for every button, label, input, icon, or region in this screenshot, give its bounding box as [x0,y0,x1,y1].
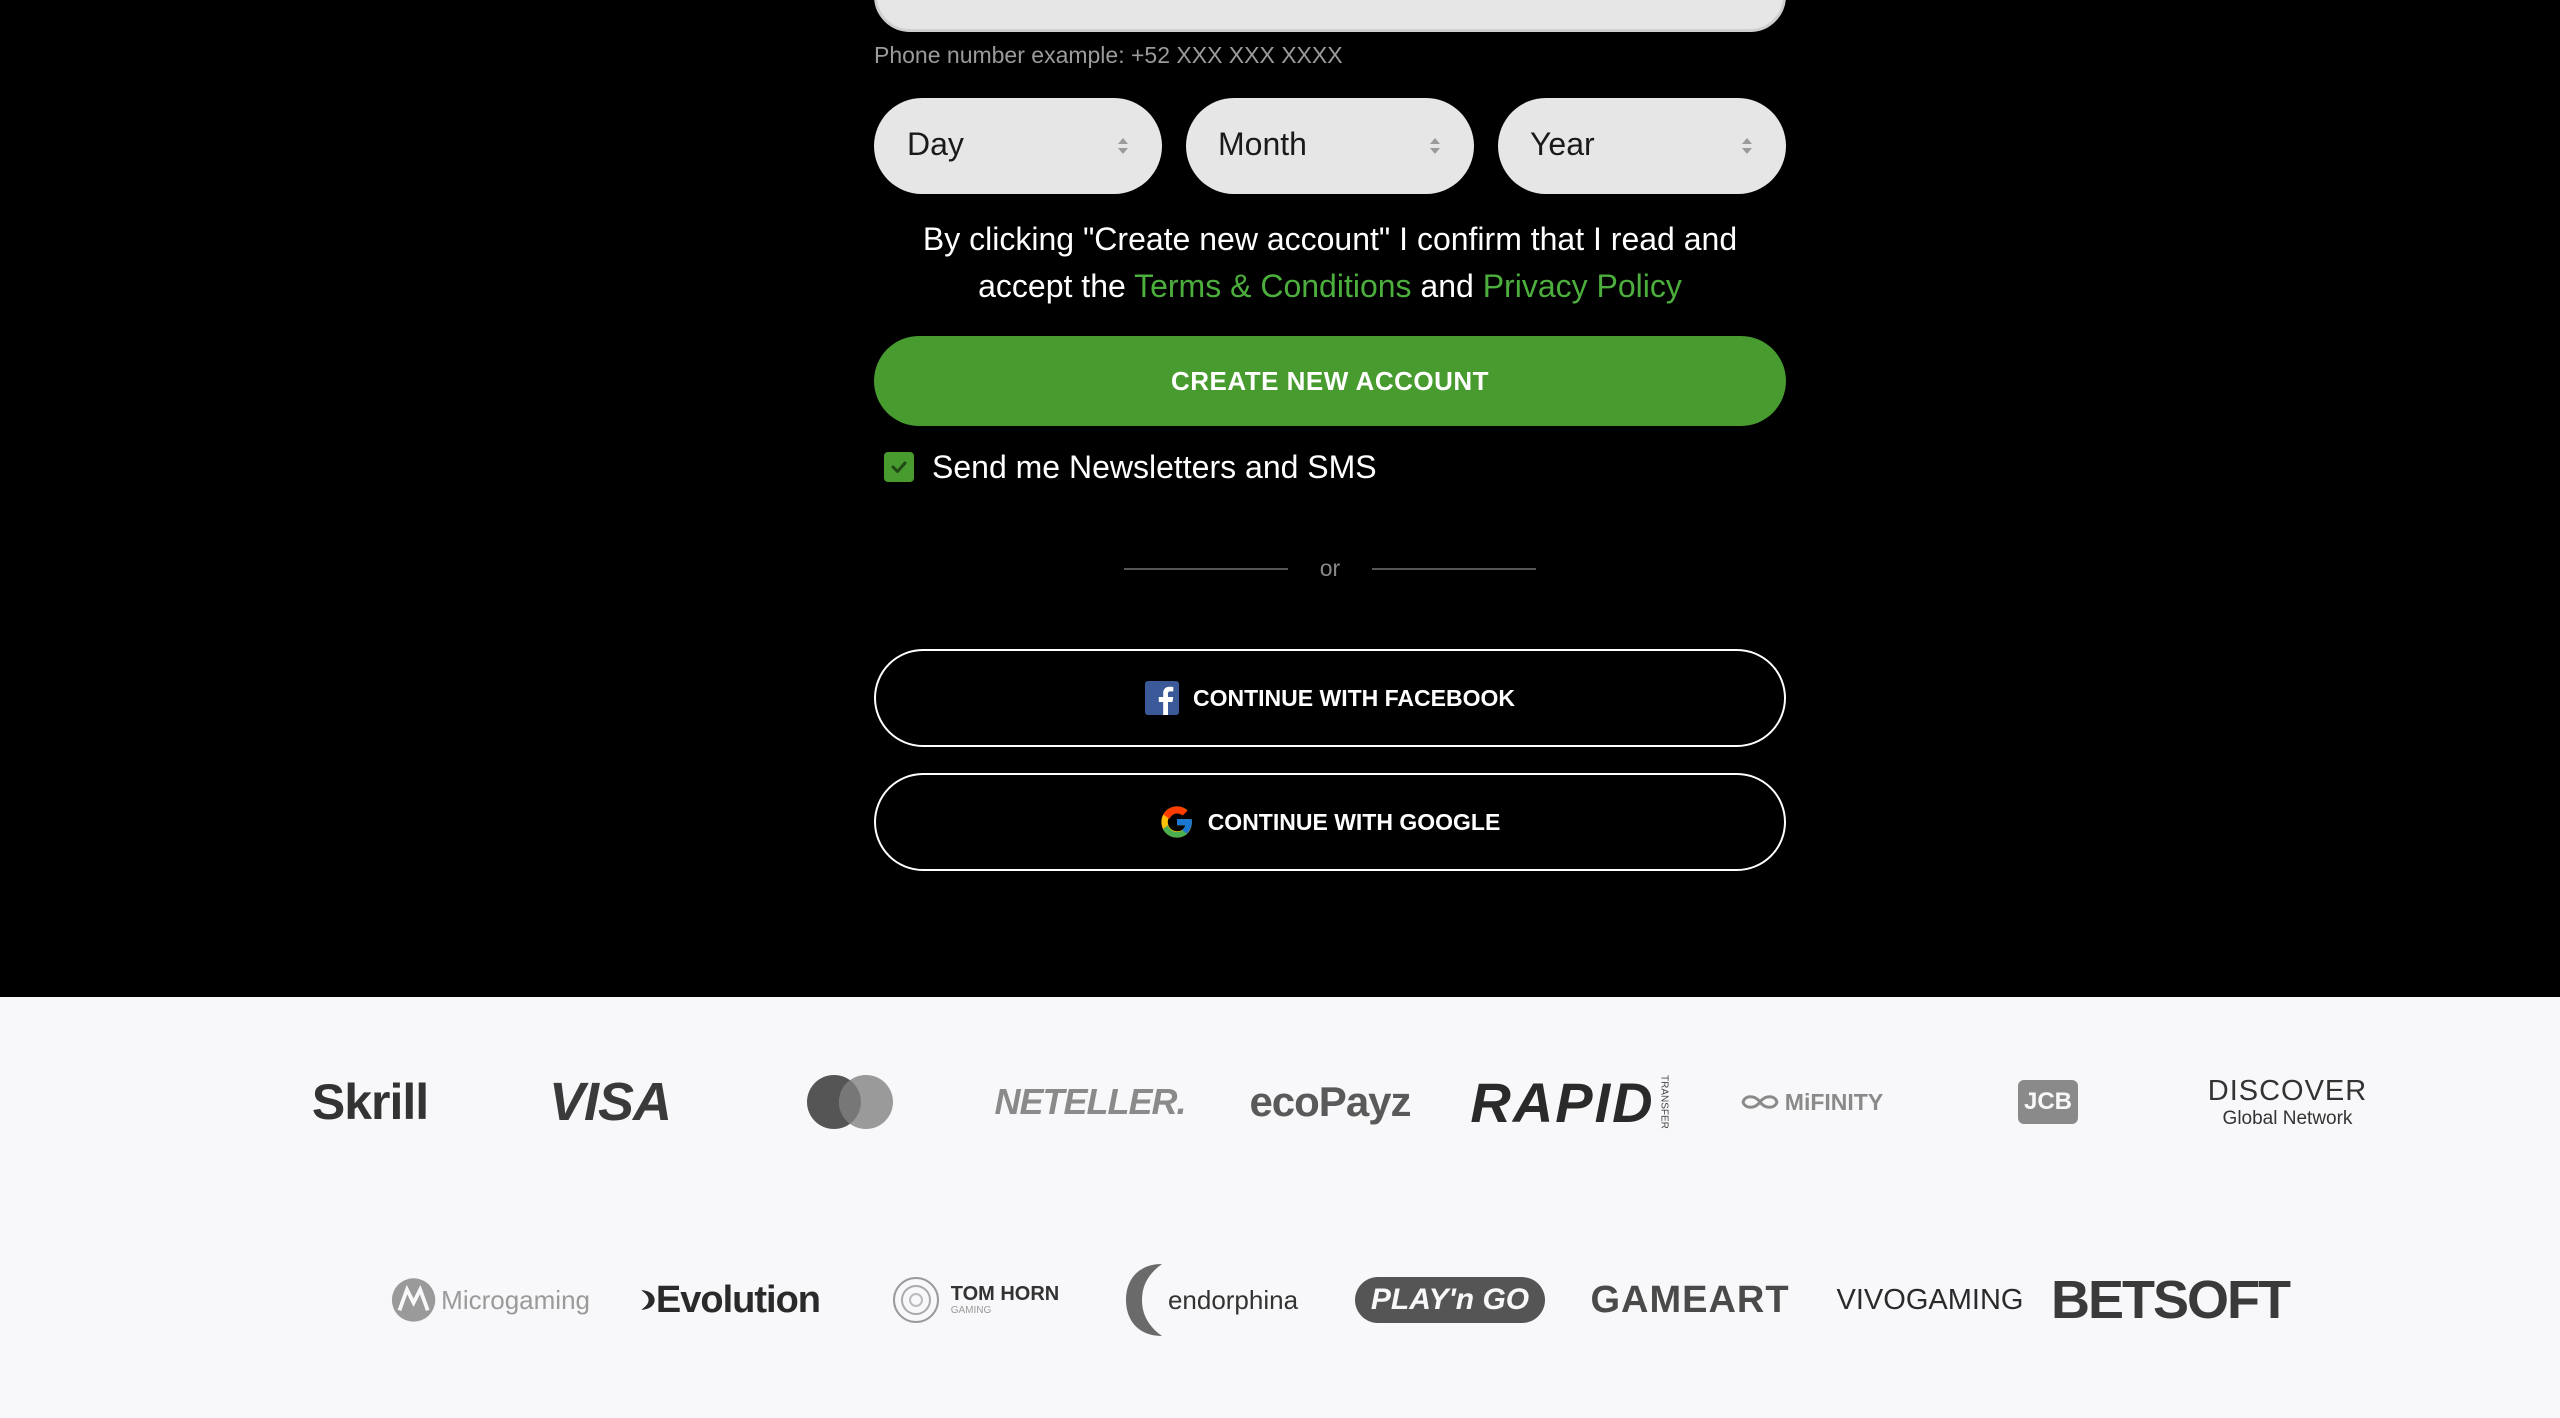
mastercard-circles-icon [807,1075,893,1129]
divider-line-right [1372,568,1536,570]
continue-with-facebook-button[interactable]: CONTINUE WITH FACEBOOK [874,649,1786,747]
month-select[interactable]: Month [1186,98,1474,194]
tom-horn-logo: TOM HORN GAMING [885,1267,1065,1333]
infinity-icon [1741,1095,1779,1109]
google-button-label: CONTINUE WITH GOOGLE [1207,808,1501,835]
continue-with-google-button[interactable]: CONTINUE WITH GOOGLE [874,773,1786,871]
gameart-logo: GAMEART [1590,1278,1790,1321]
select-arrows-icon [1118,138,1128,154]
tom-horn-text: TOM HORN GAMING [951,1284,1060,1316]
facebook-icon [1145,681,1179,715]
phone-hint: Phone number example: +52 XXX XXX XXXX [874,42,1343,68]
microgaming-logo: Microgaming [390,1272,590,1328]
microgaming-m-icon [391,1278,436,1322]
jcb-logo: JCB [2015,1077,2081,1127]
day-select-label: Day [907,126,964,162]
year-select[interactable]: Year [1498,98,1786,194]
endorphina-logo: endorphina [1120,1259,1300,1341]
month-select-label: Month [1218,126,1307,162]
playngo-logo: PLAY'n GO [1354,1269,1546,1331]
newsletter-checkbox[interactable] [884,452,914,482]
playngo-logo-text: PLAY'n GO [1354,1277,1546,1323]
terms-link[interactable]: Terms & Conditions [1134,268,1411,304]
rapid-logo-subtext: TRANSFER [1658,1075,1670,1129]
tom-horn-emblem-icon [892,1277,939,1323]
tom-horn-logo-text: TOM HORN [950,1283,1060,1305]
create-account-button[interactable]: CREATE NEW ACCOUNT [874,336,1786,426]
consent-and: and [1411,268,1483,304]
mastercard-logo [800,1069,900,1135]
mifinity-logo: MiFINITY [1730,1077,1890,1127]
logos-section: Skrill VISA NETELLER. ecoPayz RAPID TRAN… [0,997,2560,1418]
evolution-mark-icon [641,1290,655,1310]
skrill-logo: Skrill [311,1074,429,1130]
rapid-transfer-logo: RAPID TRANSFER [1470,1067,1669,1137]
endorphina-logo-text: endorphina [1167,1284,1299,1315]
jcb-logo-text: JCB [2018,1080,2078,1124]
rapid-logo-text: RAPID [1470,1070,1655,1134]
visa-logo: VISA [548,1072,672,1132]
newsletter-option[interactable]: Send me Newsletters and SMS [884,447,1377,487]
evolution-logo-text: Evolution [655,1278,821,1321]
discover-logo: DISCOVER Global Network [2200,1067,2375,1137]
google-icon [1160,805,1194,839]
phone-input[interactable] [874,0,1786,32]
discover-logo-text: DISCOVER [2207,1074,2368,1107]
discover-logo-subtext: Global Network [2222,1107,2353,1129]
check-icon [891,461,907,473]
year-select-label: Year [1530,126,1595,162]
select-arrows-icon [1430,138,1440,154]
neteller-logo: NETELLER. [994,1081,1187,1122]
tom-horn-logo-subtext: GAMING [950,1305,992,1316]
endorphina-e-icon [1125,1264,1162,1336]
vivogaming-logo: VIVOGAMING [1836,1283,2024,1316]
newsletter-label: Send me Newsletters and SMS [932,448,1377,485]
mifinity-logo-text: MiFINITY [1784,1088,1884,1115]
facebook-button-label: CONTINUE WITH FACEBOOK [1193,684,1515,711]
evolution-logo: Evolution [640,1272,821,1328]
day-select[interactable]: Day [874,98,1162,194]
consent-text: By clicking "Create new account" I confi… [874,216,1786,310]
select-arrows-icon [1742,138,1752,154]
betsoft-logo: BETSOFT [2051,1270,2291,1330]
privacy-link[interactable]: Privacy Policy [1483,268,1682,304]
ecopayz-logo: ecoPayz [1249,1078,1411,1125]
or-divider: or [1124,553,1536,583]
registration-form: Phone number example: +52 XXX XXX XXXX D… [0,0,2560,997]
microgaming-logo-text: Microgaming [441,1284,590,1315]
